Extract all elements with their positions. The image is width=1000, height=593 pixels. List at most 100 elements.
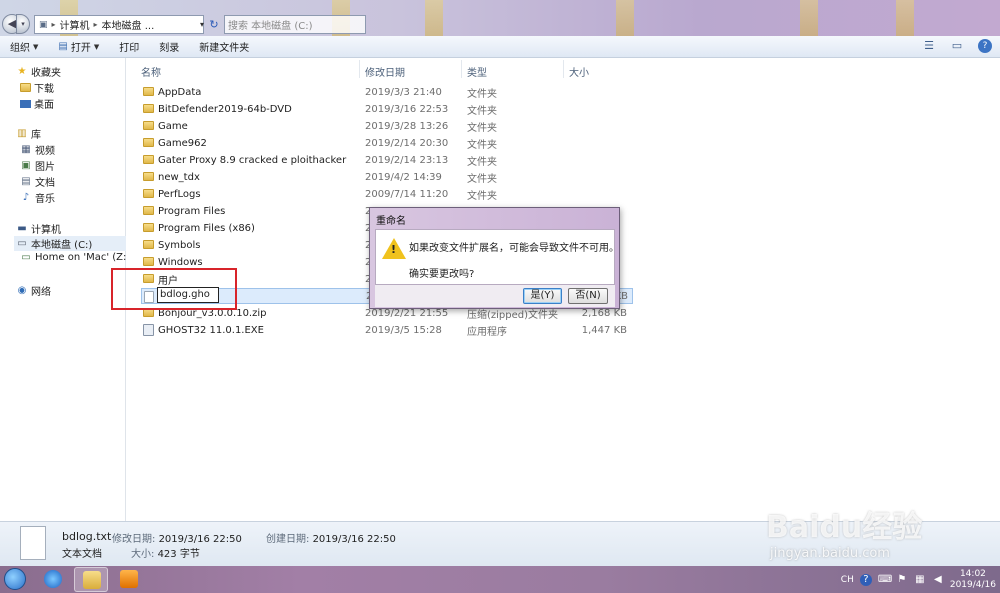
file-row[interactable]: new_tdx 2019/4/2 14:39 文件夹 (141, 169, 641, 185)
file-date: 2019/3/28 13:26 (365, 120, 449, 132)
chevron-right-icon: ▸ (93, 20, 98, 29)
folder-icon (143, 138, 154, 147)
column-header-size[interactable]: 大小 (569, 64, 589, 79)
nav-label: 收藏夹 (31, 68, 61, 79)
nav-downloads[interactable]: 下载 (20, 80, 54, 95)
search-placeholder: 搜索 本地磁盘 (C:) (228, 21, 313, 32)
file-row[interactable]: BitDefender2019-64b-DVD 2019/3/16 22:53 文件… (141, 101, 641, 117)
start-button[interactable] (4, 568, 26, 590)
language-indicator[interactable]: CH (841, 575, 854, 585)
column-divider[interactable] (461, 60, 462, 78)
nav-computer[interactable]: ▬ 计算机 (16, 221, 61, 236)
size-value: 423 字节 (157, 549, 200, 560)
organize-button[interactable]: 组织 ▼ (0, 39, 48, 55)
column-divider[interactable] (563, 60, 564, 78)
address-field[interactable]: ▣ ▸ 计算机 ▸ 本地磁盘 ... (34, 15, 204, 34)
organize-label: 组织 (10, 43, 30, 54)
taskbar-explorer[interactable] (74, 567, 108, 592)
file-name: Symbols (158, 239, 201, 251)
input-method-icon[interactable]: ⌨ (878, 574, 892, 586)
action-center-flag-icon[interactable]: ⚑ (896, 574, 908, 586)
file-type: 文件夹 (467, 156, 497, 168)
column-header-name[interactable]: 名称 (141, 64, 161, 79)
nav-libraries[interactable]: ▥ 库 (16, 126, 41, 141)
nav-videos[interactable]: ▦ 视频 (20, 142, 55, 157)
picture-icon: ▣ (21, 160, 31, 171)
folder-icon (143, 240, 154, 249)
taskbar-media-player[interactable] (112, 567, 146, 592)
nav-music[interactable]: ♪ 音乐 (20, 190, 55, 205)
document-icon: ▤ (21, 176, 31, 187)
dialog-body: ! 如果改变文件扩展名，可能会导致文件不可用。 确实要更改吗? (375, 229, 619, 285)
folder-icon (143, 206, 154, 215)
nav-desktop[interactable]: 桌面 (20, 96, 54, 111)
dialog-title: 重命名 (376, 216, 406, 227)
search-input[interactable]: 搜索 本地磁盘 (C:) (224, 15, 366, 34)
desktop-icon (20, 99, 31, 108)
rename-input[interactable]: bdlog.gho (157, 287, 219, 303)
file-name: Program Files (x86) (158, 222, 255, 234)
new-folder-button[interactable]: 新建文件夹 (189, 39, 259, 54)
nav-label: 库 (31, 130, 41, 141)
burn-button[interactable]: 刻录 (149, 39, 189, 54)
file-name: Gater Proxy 8.9 cracked e ploithacker (158, 154, 347, 166)
view-options-icon[interactable]: ☰ (922, 39, 936, 53)
column-divider[interactable] (359, 60, 360, 78)
file-type: 文件夹 (467, 190, 497, 202)
network-drive-icon: ▭ (21, 252, 31, 263)
nav-pictures[interactable]: ▣ 图片 (20, 158, 55, 173)
clock[interactable]: 14:02 2019/4/16 (950, 569, 996, 591)
preview-pane-icon[interactable]: ▭ (950, 39, 964, 53)
new-folder-label: 新建文件夹 (199, 43, 250, 54)
open-button[interactable]: ▤ 打开 ▼ (48, 39, 109, 54)
refresh-icon[interactable]: ↻ (206, 15, 222, 34)
burn-label: 刻录 (159, 43, 180, 54)
breadcrumb-local-disk[interactable]: 本地磁盘 ... (102, 17, 155, 32)
nav-label: 视频 (35, 146, 55, 157)
nav-label: 计算机 (31, 225, 61, 236)
file-row[interactable]: Game 2019/3/28 13:26 文件夹 (141, 118, 641, 134)
caret-down-icon: ▼ (33, 42, 39, 51)
help-icon[interactable]: ? (859, 573, 872, 586)
help-icon[interactable]: ? (978, 39, 992, 53)
file-row[interactable]: AppData 2019/3/3 21:40 文件夹 (141, 84, 641, 100)
file-row[interactable]: Gater Proxy 8.9 cracked e ploithacker 201… (141, 152, 641, 168)
back-arrow-icon: ◀ (7, 17, 17, 30)
file-row[interactable]: GHOST32 11.0.1.EXE 2019/3/5 15:28 应用程序 1,44… (141, 322, 641, 338)
no-button[interactable]: 否(N) (568, 288, 608, 304)
taskbar-internet-explorer[interactable] (36, 567, 70, 592)
rename-dialog: 重命名 ! 如果改变文件扩展名，可能会导致文件不可用。 确实要更改吗? 是(Y)… (369, 207, 620, 309)
nav-label: Home on 'Mac' (Z:) (35, 252, 131, 263)
modified-label: 修改日期: (112, 534, 156, 545)
recent-pages-dropdown[interactable]: ▾ (16, 14, 30, 34)
print-button[interactable]: 打印 (109, 39, 149, 54)
nav-favorites[interactable]: ★ 收藏夹 (16, 64, 61, 79)
file-row[interactable]: Game962 2019/2/14 20:30 文件夹 (141, 135, 641, 151)
file-name: GHOST32 11.0.1.EXE (158, 324, 264, 336)
column-header-date[interactable]: 修改日期 (365, 64, 405, 79)
file-date: 2019/2/14 20:30 (365, 137, 449, 149)
file-type: 文件夹 (467, 173, 497, 185)
nav-local-disk[interactable]: ▭ 本地磁盘 (C:) (14, 236, 126, 251)
file-date: 2019/3/5 15:28 (365, 324, 442, 336)
taskbar: CH ? ⌨ ⚑ ▦ ◀ 14:02 2019/4/16 (0, 566, 1000, 593)
volume-icon[interactable]: ◀ (932, 574, 944, 586)
address-bar-region: ◀ ▾ ▣ ▸ 计算机 ▸ 本地磁盘 ... ▾ ↻ 搜索 本地磁盘 (C:) (0, 0, 1000, 36)
folder-icon: ▣ (39, 19, 48, 30)
network-status-icon[interactable]: ▦ (914, 574, 926, 586)
column-header-type[interactable]: 类型 (467, 64, 487, 79)
details-filename: bdlog.txt (62, 530, 112, 543)
breadcrumb-computer[interactable]: 计算机 (60, 17, 90, 32)
caret-down-icon: ▼ (93, 42, 100, 51)
nav-network[interactable]: ◉ 网络 (16, 283, 51, 298)
yes-button[interactable]: 是(Y) (523, 288, 562, 304)
file-size: 2,168 KB (581, 307, 627, 319)
print-label: 打印 (119, 43, 140, 54)
file-row[interactable]: PerfLogs 2009/7/14 11:20 文件夹 (141, 186, 641, 202)
nav-documents[interactable]: ▤ 文档 (20, 174, 55, 189)
folder-icon (143, 87, 154, 96)
background-folder-decoration (425, 0, 443, 36)
file-type: 文件夹 (467, 139, 497, 151)
nav-home-mac[interactable]: ▭ Home on 'Mac' (Z:) (20, 252, 130, 263)
nav-label: 音乐 (35, 194, 55, 205)
